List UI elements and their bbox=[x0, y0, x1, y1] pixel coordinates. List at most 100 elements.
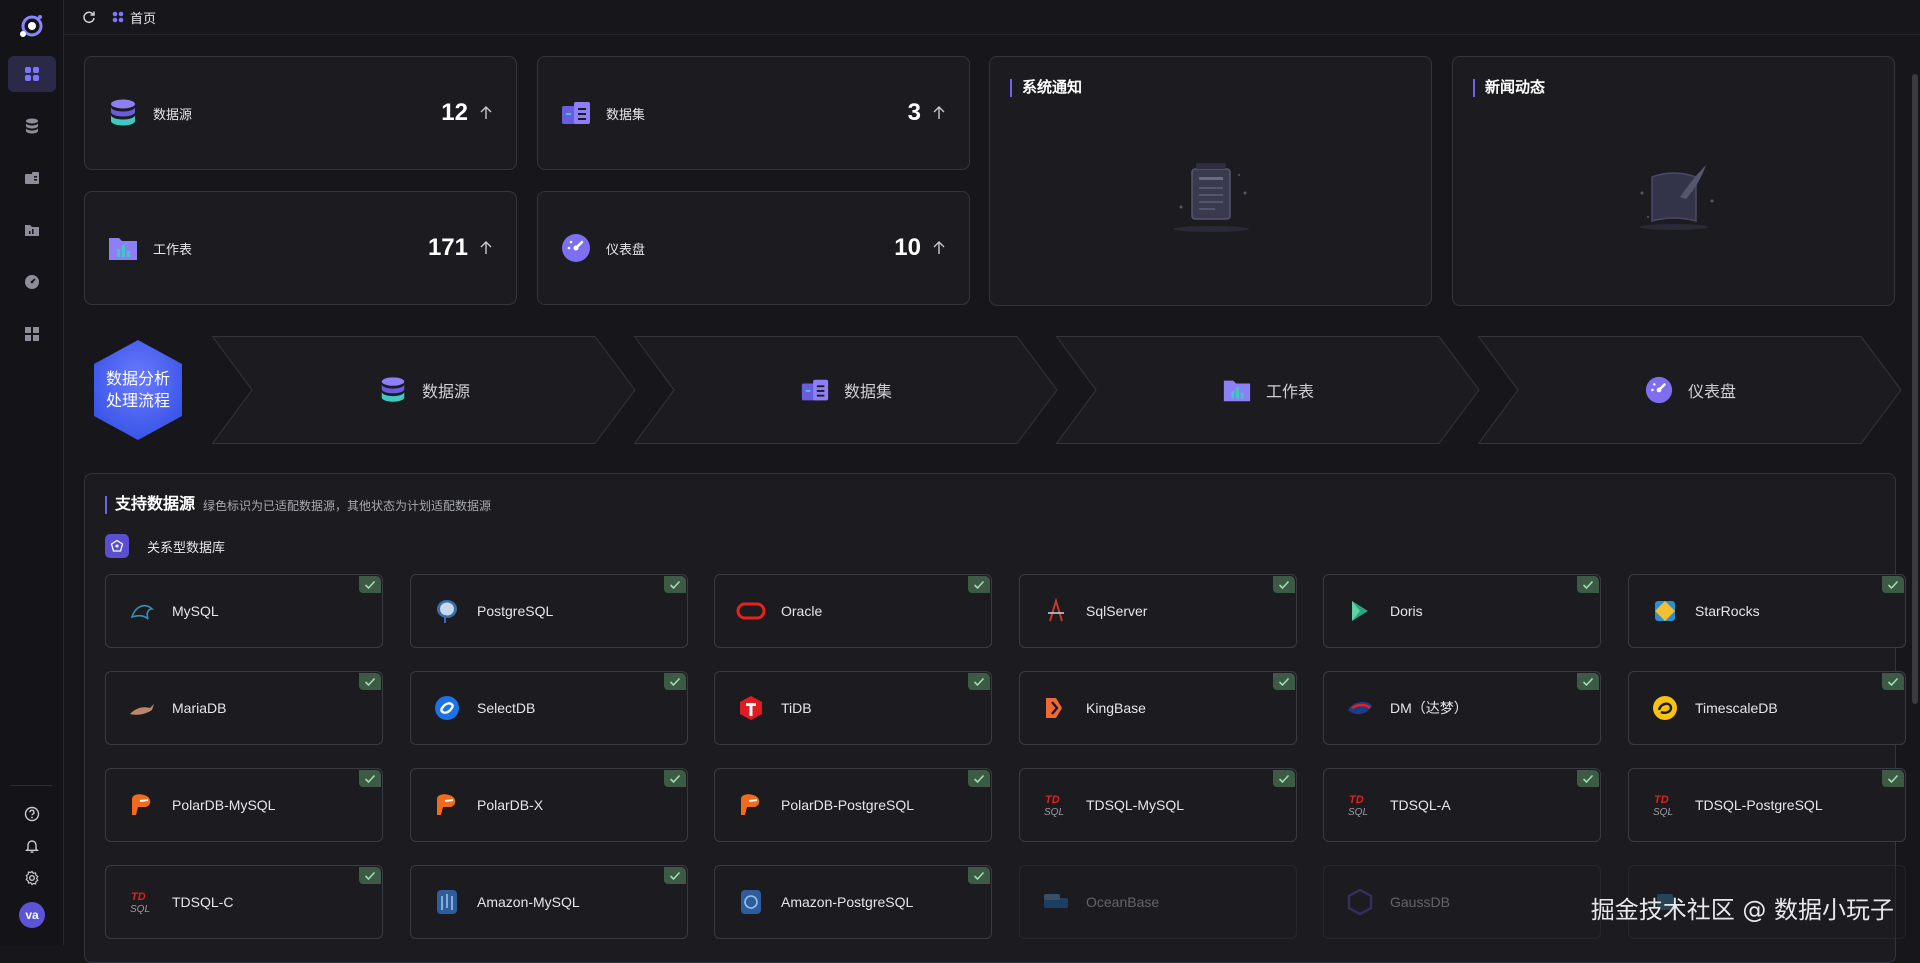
datasource-card[interactable]: StarRocks bbox=[1628, 574, 1906, 648]
datasource-logo-icon bbox=[1040, 692, 1072, 724]
datasource-card[interactable]: PolarDB-X bbox=[410, 768, 688, 842]
datasource-card[interactable]: Oracle bbox=[714, 574, 992, 648]
check-icon bbox=[359, 867, 381, 884]
datasource-logo-icon bbox=[431, 692, 463, 724]
stat-label: 仪表盘 bbox=[606, 241, 646, 257]
check-icon bbox=[1882, 673, 1904, 690]
flow-badge: 数据分析 处理流程 bbox=[94, 340, 182, 440]
check-icon bbox=[1273, 576, 1295, 593]
datasource-card[interactable]: Amazon-PostgreSQL bbox=[714, 865, 992, 939]
datasource-logo-icon bbox=[1344, 595, 1376, 627]
settings-button[interactable] bbox=[20, 866, 44, 890]
sidebar-divider bbox=[10, 785, 52, 786]
svg-text:SQL: SQL bbox=[1044, 807, 1064, 818]
flow-step-label: 数据集 bbox=[843, 384, 892, 401]
stat-value: 10 bbox=[894, 234, 921, 261]
sidebar: va bbox=[0, 0, 64, 945]
datasource-logo-icon bbox=[126, 692, 158, 724]
check-icon bbox=[1273, 770, 1295, 787]
help-button[interactable] bbox=[20, 802, 44, 826]
svg-text:SQL: SQL bbox=[1348, 807, 1368, 818]
datasource-card[interactable]: TD SQL TDSQL-C bbox=[105, 865, 383, 939]
stat-card-dataset[interactable]: 数据集 3 bbox=[537, 56, 970, 170]
notification-button[interactable] bbox=[20, 834, 44, 858]
datasource-name: PolarDB-X bbox=[477, 797, 544, 813]
datasource-card[interactable]: TD SQL TDSQL-MySQL bbox=[1019, 768, 1297, 842]
system-notice-card: 系统通知 bbox=[989, 56, 1432, 306]
datasource-card[interactable]: TiDB bbox=[714, 671, 992, 745]
news-card: 新闻动态 bbox=[1452, 56, 1895, 306]
datasource-card[interactable]: TD SQL TDSQL-A bbox=[1323, 768, 1601, 842]
datasource-card[interactable]: MariaDB bbox=[105, 671, 383, 745]
stat-label: 数据集 bbox=[606, 106, 646, 122]
datasource-logo-icon bbox=[1040, 886, 1072, 918]
flow-step-dataset[interactable]: 数据集 bbox=[634, 336, 1058, 444]
check-icon bbox=[664, 770, 686, 787]
dataset-icon bbox=[562, 102, 590, 124]
tab-home[interactable]: 首页 bbox=[112, 8, 156, 27]
datasource-name: TimescaleDB bbox=[1695, 700, 1778, 716]
scrollbar[interactable] bbox=[1912, 74, 1918, 704]
datasource-name: PolarDB-MySQL bbox=[172, 797, 276, 813]
check-icon bbox=[359, 770, 381, 787]
flow-step-dashboard[interactable]: 仪表盘 bbox=[1478, 336, 1902, 444]
stat-card-dashboard[interactable]: 仪表盘 10 bbox=[537, 191, 970, 305]
datasource-card[interactable]: SelectDB bbox=[410, 671, 688, 745]
nav-dataset[interactable] bbox=[8, 160, 56, 196]
nav-dashboard[interactable] bbox=[8, 56, 56, 92]
stat-card-worksheet[interactable]: 工作表 171 bbox=[84, 191, 517, 305]
flow-step-worksheet[interactable]: 工作表 bbox=[1056, 336, 1480, 444]
help-icon bbox=[24, 806, 40, 822]
datasource-card[interactable]: DM（达梦） bbox=[1323, 671, 1601, 745]
datasource-card[interactable]: Amazon-MySQL bbox=[410, 865, 688, 939]
refresh-icon bbox=[83, 11, 95, 24]
watermark: 掘金技术社区 @ 数据小玩子 bbox=[1590, 896, 1894, 924]
datasource-logo-icon bbox=[431, 886, 463, 918]
nav-worksheet[interactable] bbox=[8, 212, 56, 248]
avatar[interactable]: va bbox=[19, 902, 45, 928]
app-logo[interactable] bbox=[18, 12, 46, 40]
datasource-name: Doris bbox=[1390, 603, 1423, 619]
svg-text:TD: TD bbox=[1045, 794, 1060, 806]
news-empty-illustration bbox=[1639, 165, 1713, 230]
datasource-card[interactable]: PolarDB-PostgreSQL bbox=[714, 768, 992, 842]
nav-apps[interactable] bbox=[8, 316, 56, 352]
news-title: 新闻动态 bbox=[1473, 79, 1545, 97]
datasource-card[interactable]: PolarDB-MySQL bbox=[105, 768, 383, 842]
check-icon bbox=[1577, 770, 1599, 787]
category-label: 关系型数据库 bbox=[147, 539, 226, 555]
datasource-logo-icon bbox=[1344, 692, 1376, 724]
datasource-card[interactable]: Doris bbox=[1323, 574, 1601, 648]
datasource-card[interactable]: TimescaleDB bbox=[1628, 671, 1906, 745]
datasource-card[interactable]: MySQL bbox=[105, 574, 383, 648]
datasource-card[interactable]: TD SQL TDSQL-PostgreSQL bbox=[1628, 768, 1906, 842]
datasource-logo-icon bbox=[735, 886, 767, 918]
datasource-logo-icon: TD SQL bbox=[1040, 789, 1072, 821]
datasource-name: DM（达梦） bbox=[1390, 700, 1468, 716]
worksheet-icon bbox=[1223, 380, 1251, 402]
datasource-name: PostgreSQL bbox=[477, 603, 554, 619]
datasource-logo-icon bbox=[735, 692, 767, 724]
datasource-card[interactable]: OceanBase bbox=[1019, 865, 1297, 939]
datasource-logo-icon bbox=[1649, 595, 1681, 627]
refresh-button[interactable] bbox=[80, 8, 98, 26]
datasource-name: TiDB bbox=[781, 700, 812, 716]
nav-datasource[interactable] bbox=[8, 108, 56, 144]
check-icon bbox=[968, 867, 990, 884]
dataset-icon bbox=[801, 379, 829, 401]
dataset-icon bbox=[25, 172, 39, 184]
datasource-card[interactable]: PostgreSQL bbox=[410, 574, 688, 648]
nav-dashboard-board[interactable] bbox=[8, 264, 56, 300]
datasource-card[interactable]: GaussDB bbox=[1323, 865, 1601, 939]
check-icon bbox=[1577, 673, 1599, 690]
datasource-name: KingBase bbox=[1086, 700, 1146, 716]
flow-step-datasource[interactable]: 数据源 bbox=[212, 336, 636, 444]
datasource-logo-icon bbox=[735, 595, 767, 627]
stat-card-datasource[interactable]: 数据源 12 bbox=[84, 56, 517, 170]
svg-text:TD: TD bbox=[131, 891, 146, 903]
worksheet-icon bbox=[109, 238, 137, 260]
datasource-card[interactable]: KingBase bbox=[1019, 671, 1297, 745]
stat-value: 3 bbox=[907, 99, 921, 126]
stat-value: 12 bbox=[441, 99, 468, 126]
datasource-card[interactable]: SqlServer bbox=[1019, 574, 1297, 648]
